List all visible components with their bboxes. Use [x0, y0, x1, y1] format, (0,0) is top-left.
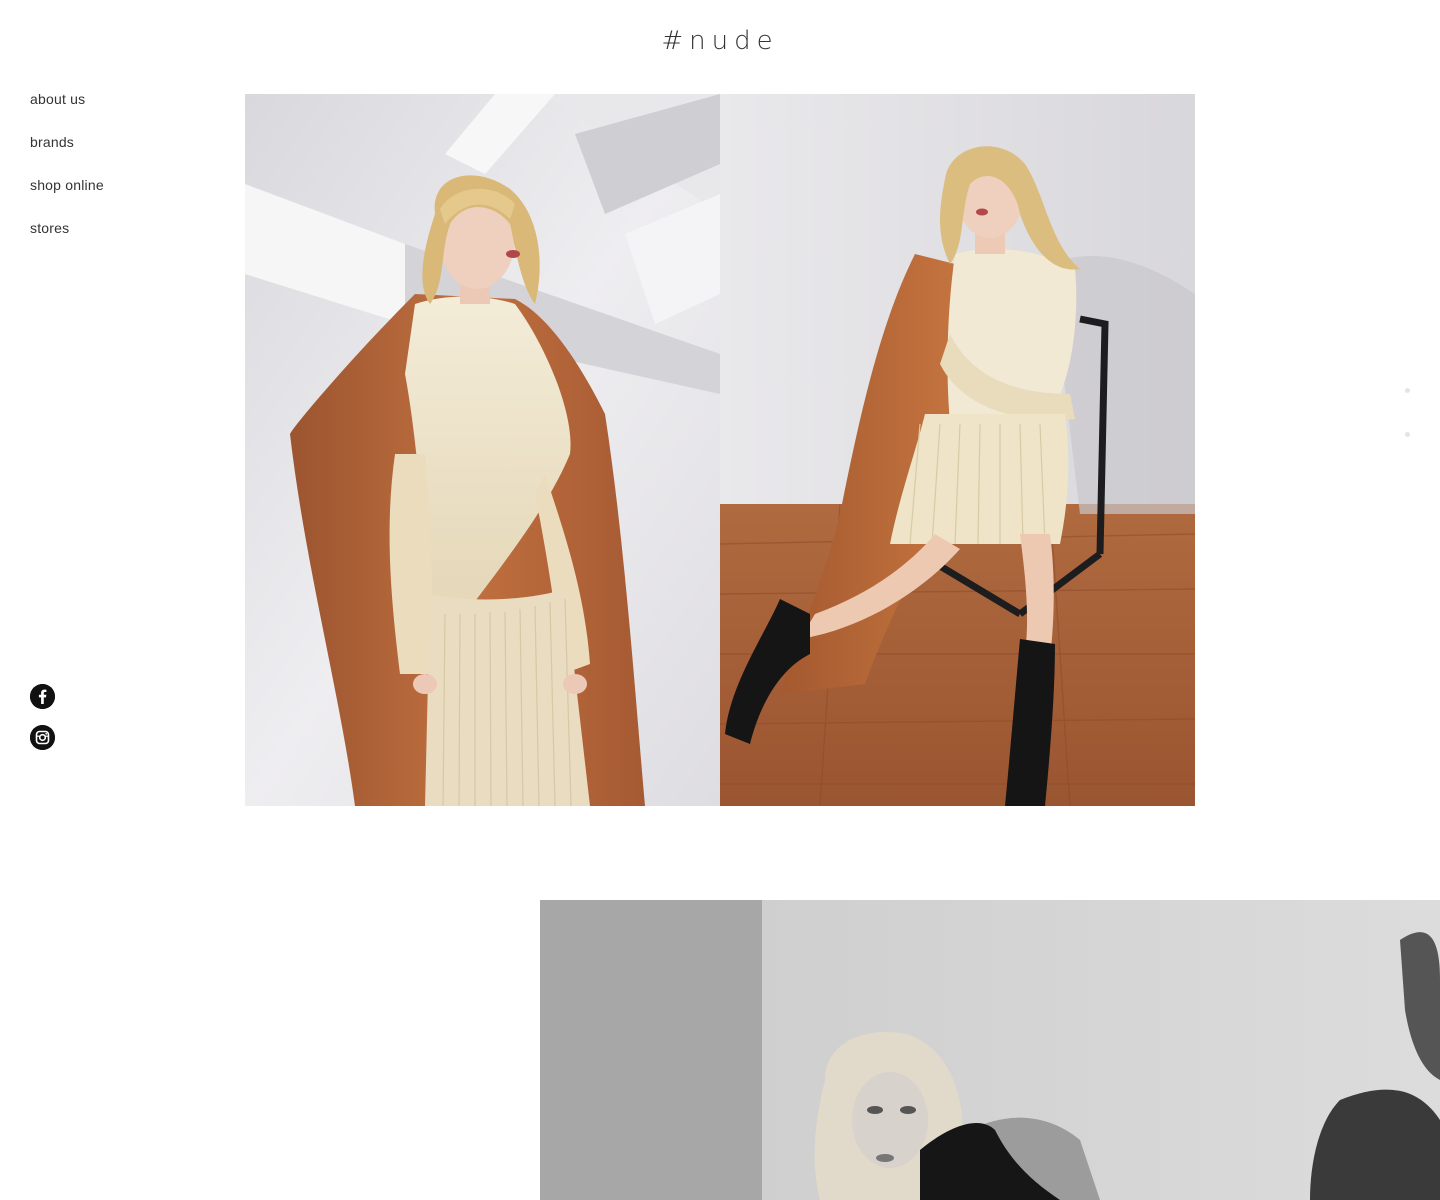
- photo-panel-right: [720, 94, 1195, 806]
- nav-item-stores[interactable]: stores: [30, 218, 104, 261]
- photo-panel-left: [245, 94, 720, 806]
- hero-gallery-image[interactable]: [245, 94, 1195, 806]
- page: #nude about us brands shop online stores: [0, 0, 1440, 1200]
- nav-item-brands[interactable]: brands: [30, 132, 104, 175]
- instagram-icon[interactable]: [30, 725, 55, 750]
- scroll-indicator-dot[interactable]: [1405, 388, 1410, 393]
- secondary-gallery-image[interactable]: [540, 900, 1440, 1200]
- scroll-indicator-dot[interactable]: [1405, 432, 1410, 437]
- main-nav: about us brands shop online stores: [30, 89, 104, 261]
- nav-item-about-us[interactable]: about us: [30, 89, 104, 132]
- facebook-icon[interactable]: [30, 684, 55, 709]
- site-logo[interactable]: #nude: [0, 26, 1440, 56]
- nav-item-shop-online[interactable]: shop online: [30, 175, 104, 218]
